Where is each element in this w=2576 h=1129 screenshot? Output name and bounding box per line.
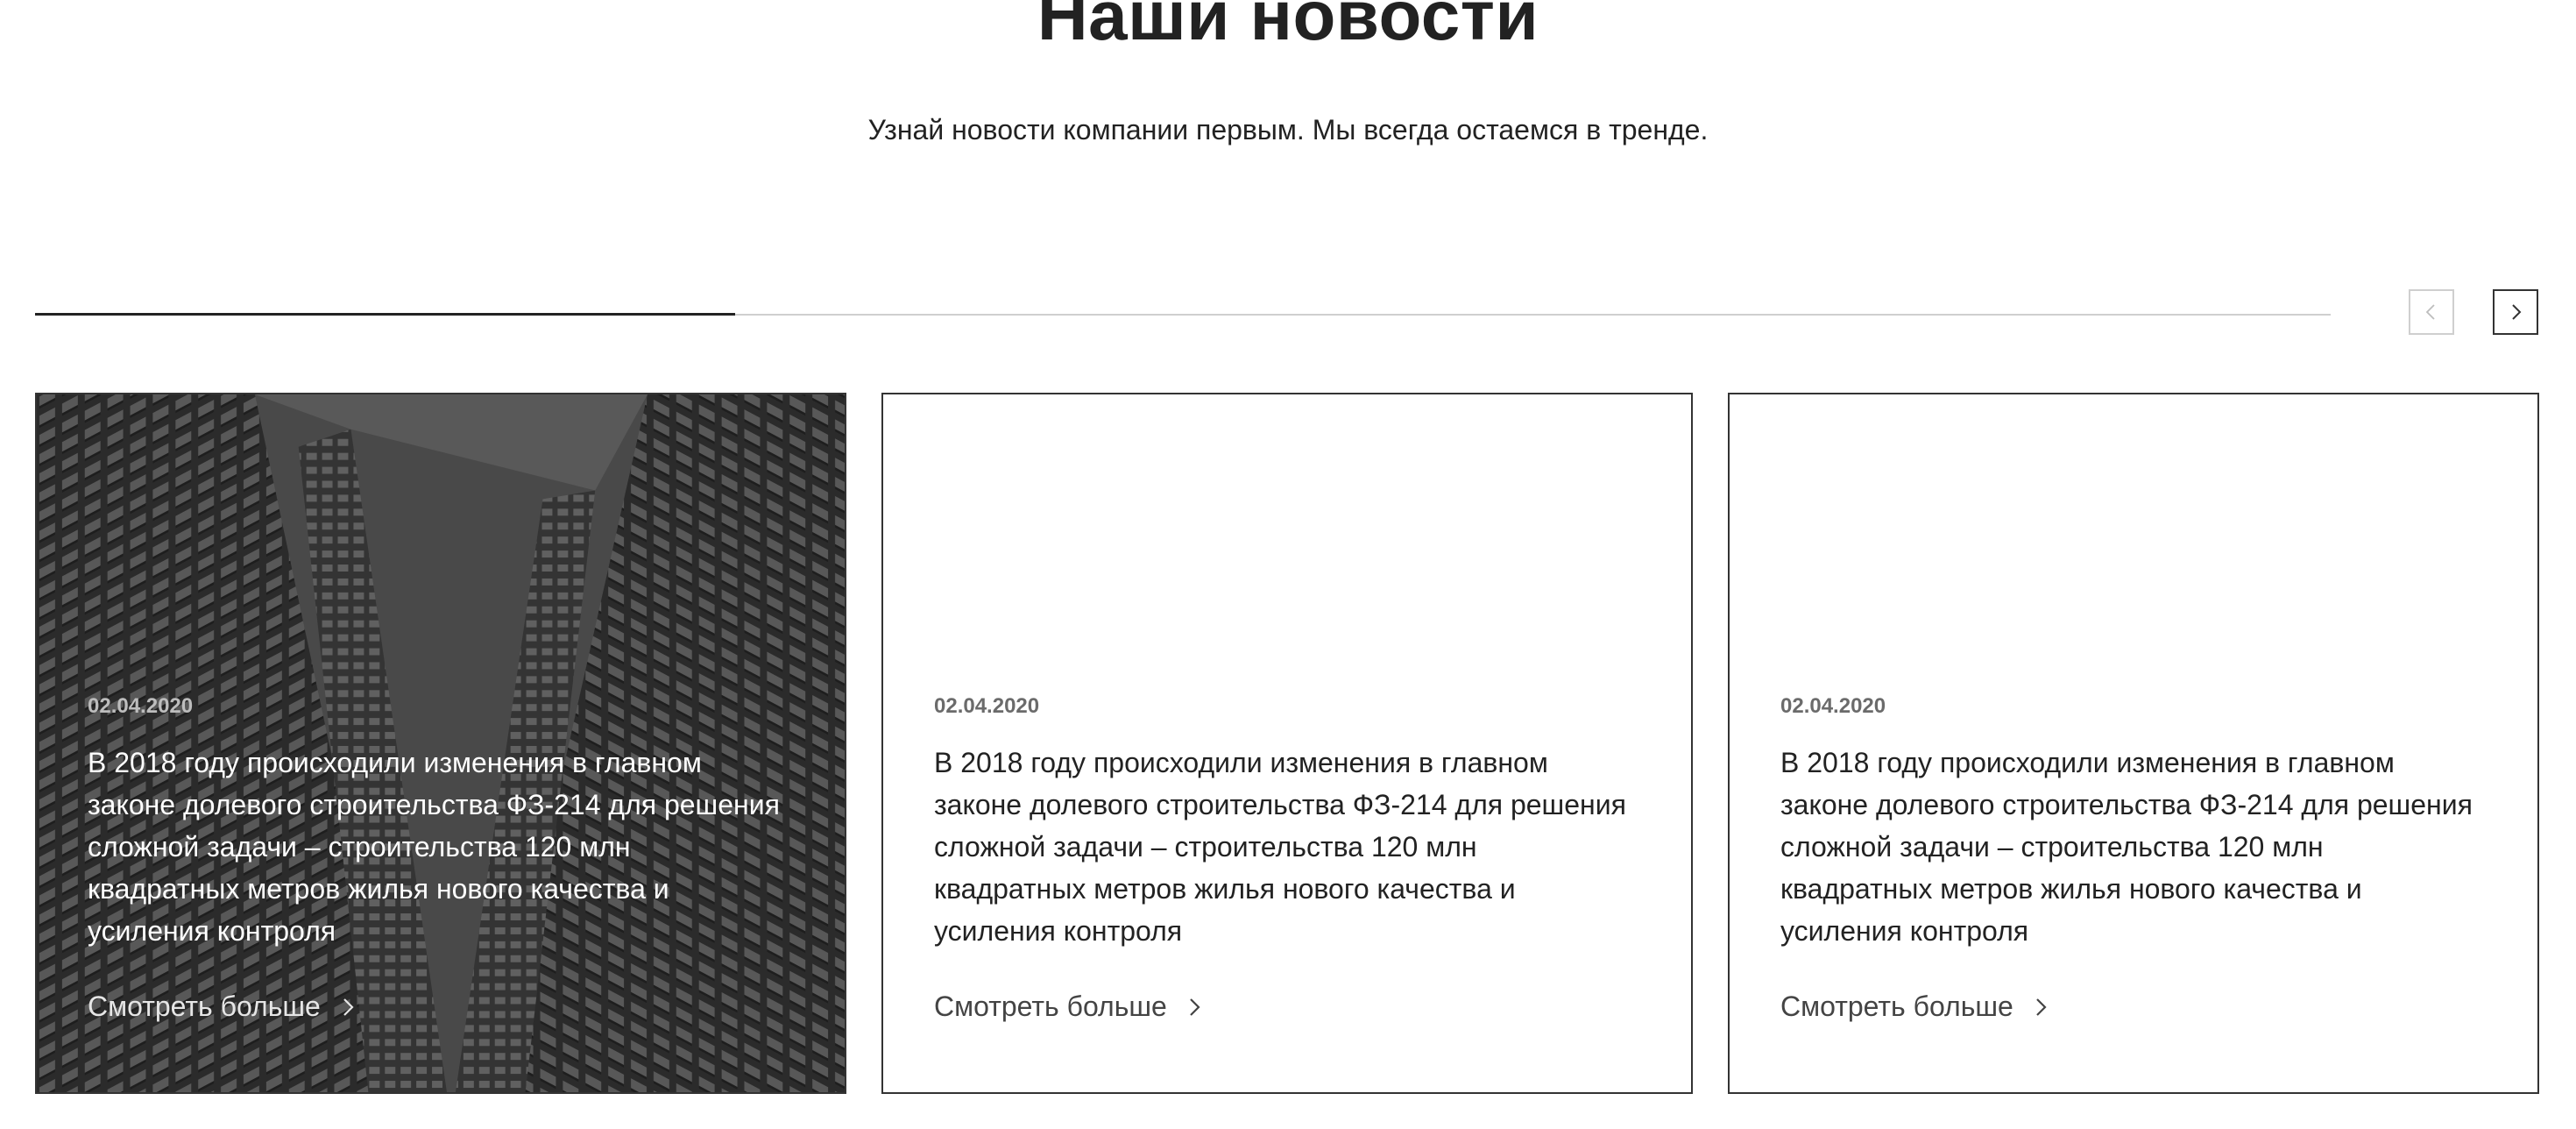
news-card[interactable]: 02.04.2020 В 2018 году происходили измен… xyxy=(35,393,846,1094)
read-more-link[interactable]: Смотреть больше xyxy=(934,991,1204,1023)
slider-progress-fill xyxy=(35,313,736,316)
chevron-right-icon xyxy=(2512,304,2522,320)
chevron-right-icon xyxy=(343,998,354,1016)
news-text: В 2018 году происходили изменения в глав… xyxy=(934,747,1626,947)
page-subtitle: Узнай новости компании первым. Мы всегда… xyxy=(867,114,1709,146)
chevron-left-icon xyxy=(2425,304,2435,320)
chevron-right-icon xyxy=(1190,998,1200,1016)
slider-prev-button[interactable] xyxy=(2409,289,2454,335)
read-more-label: Смотреть больше xyxy=(1780,991,2013,1022)
news-date: 02.04.2020 xyxy=(934,694,1040,718)
page-title: Наши новости xyxy=(1037,0,1539,54)
news-date: 02.04.2020 xyxy=(1780,694,1886,718)
chevron-right-icon xyxy=(2036,998,2047,1016)
news-text: В 2018 году происходили изменения в глав… xyxy=(1780,747,2473,947)
read-more-label: Смотреть больше xyxy=(88,991,321,1022)
slider-progress-track xyxy=(35,313,2331,316)
news-text: В 2018 году происходили изменения в глав… xyxy=(88,747,780,947)
read-more-link[interactable]: Смотреть больше xyxy=(1780,991,2050,1023)
read-more-link[interactable]: Смотреть больше xyxy=(88,991,357,1023)
read-more-label: Смотреть больше xyxy=(934,991,1167,1022)
news-card[interactable]: 02.04.2020 В 2018 году происходили измен… xyxy=(1728,393,2539,1094)
news-card[interactable]: 02.04.2020 В 2018 году происходили измен… xyxy=(881,393,1693,1094)
slider-next-button[interactable] xyxy=(2493,289,2538,335)
news-date: 02.04.2020 xyxy=(88,694,194,718)
